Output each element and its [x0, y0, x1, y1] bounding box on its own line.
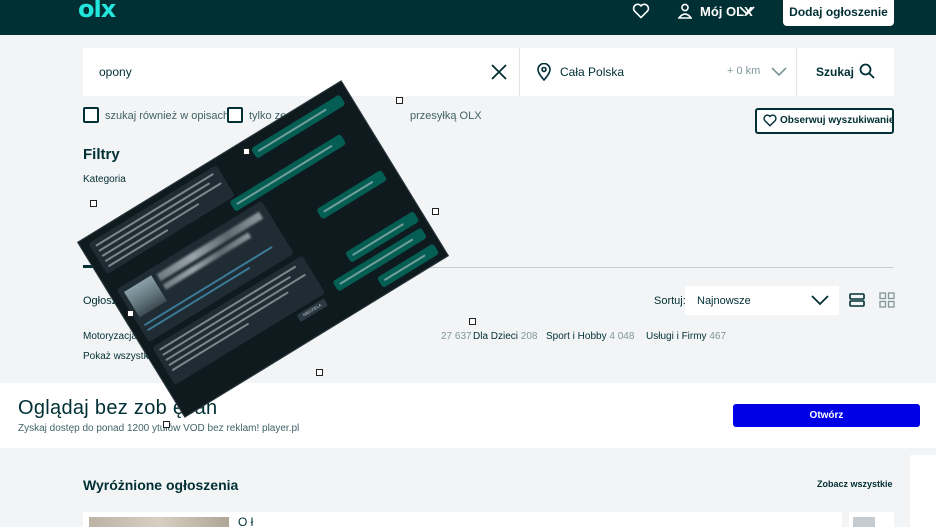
grid-view-icon[interactable]	[879, 292, 895, 308]
search-input[interactable]: opony	[99, 65, 132, 79]
category-link-dla-dzieci[interactable]: Dla Dzieci 208	[473, 331, 537, 342]
chat-screenshot-overlay: NIEDZIELA	[77, 80, 449, 418]
observe-search-button[interactable]: Obserwuj wyszukiwanie	[755, 108, 894, 134]
resize-handle[interactable]	[432, 208, 439, 215]
listing-title: O ł	[238, 515, 254, 527]
divider	[519, 48, 520, 96]
heart-icon[interactable]	[632, 3, 650, 19]
featured-heading: Wyróżnione ogłoszenia	[83, 477, 239, 493]
category-count: 467	[709, 331, 727, 342]
top-navigation-bar: olx Mój OLX Dodaj ogłoszenie	[0, 0, 936, 35]
featured-listing-card[interactable]	[849, 512, 894, 527]
search-icon[interactable]	[859, 63, 875, 79]
category-label: Kategoria	[83, 174, 126, 185]
search-button[interactable]: Szukaj	[816, 65, 854, 79]
resize-handle[interactable]	[90, 200, 97, 207]
search-bar: opony Cała Polska + 0 km Szukaj	[83, 48, 894, 96]
location-input[interactable]: Cała Polska	[560, 65, 624, 79]
heart-icon	[763, 114, 777, 127]
category-link-motoryzacja[interactable]: Motoryzacja	[83, 331, 137, 342]
featured-listing-card[interactable]: O ł	[83, 512, 842, 527]
promo-banner: Oglądaj bez zob ęcan Zyskaj dostęp do po…	[0, 383, 936, 448]
sort-select[interactable]: Najnowsze	[685, 286, 839, 315]
resize-handle[interactable]	[316, 369, 323, 376]
location-pin-icon	[537, 63, 551, 81]
show-all-link[interactable]: Pokaż wszystk	[83, 351, 149, 362]
chevron-down-icon[interactable]	[771, 67, 787, 77]
chevron-down-icon	[811, 295, 829, 306]
chevron-down-icon[interactable]	[739, 6, 755, 16]
category-name: Dla Dzieci	[473, 331, 519, 342]
resize-handle[interactable]	[127, 310, 134, 317]
resize-handle[interactable]	[469, 318, 476, 325]
category-name: Sport i Hobby	[546, 331, 607, 342]
category-name: Motoryzacja	[83, 331, 137, 342]
see-all-link[interactable]: Zobacz wszystkie	[817, 479, 893, 489]
category-link-sport-i-hobby[interactable]: Sport i Hobby 4 048	[546, 331, 634, 342]
add-listing-button[interactable]: Dodaj ogłoszenie	[783, 0, 894, 26]
sort-label: Sortuj:	[654, 295, 686, 307]
list-view-icon[interactable]	[849, 292, 865, 308]
olx-logo[interactable]: olx	[78, 0, 116, 21]
open-button[interactable]: Otwórz	[733, 404, 920, 427]
observe-search-label: Obserwuj wyszukiwanie	[780, 115, 895, 126]
radius-select[interactable]: + 0 km	[727, 65, 760, 77]
sort-value: Najnowsze	[697, 295, 751, 307]
user-icon[interactable]	[678, 3, 692, 19]
resize-handle[interactable]	[163, 421, 170, 428]
in-descriptions-label: szukaj również w opisach	[105, 110, 230, 122]
side-panel	[910, 455, 936, 527]
resize-handle[interactable]	[396, 97, 403, 104]
divider	[796, 48, 797, 96]
listing-thumbnail	[853, 517, 875, 527]
category-link-uslugi-i-firmy[interactable]: Usługi i Firmy 467	[646, 331, 726, 342]
in-descriptions-checkbox[interactable]	[83, 107, 99, 123]
filters-heading: Filtry	[83, 146, 120, 163]
category-name: Usługi i Firmy	[646, 331, 707, 342]
category-count: 4 048	[609, 331, 635, 342]
listing-thumbnail	[89, 517, 229, 527]
shipping-label: przesyłką OLX	[410, 110, 482, 122]
category-count: 208	[520, 331, 538, 342]
banner-subtitle: Zyskaj dostęp do ponad 1200 ytułów VOD b…	[18, 423, 300, 434]
close-icon[interactable]	[491, 64, 507, 80]
resize-handle[interactable]	[243, 148, 250, 155]
category-count: 27 637	[441, 331, 472, 342]
with-photo-checkbox[interactable]	[227, 107, 243, 123]
chat-message-outgoing	[316, 169, 388, 220]
category-link[interactable]: 27 637	[441, 331, 472, 342]
